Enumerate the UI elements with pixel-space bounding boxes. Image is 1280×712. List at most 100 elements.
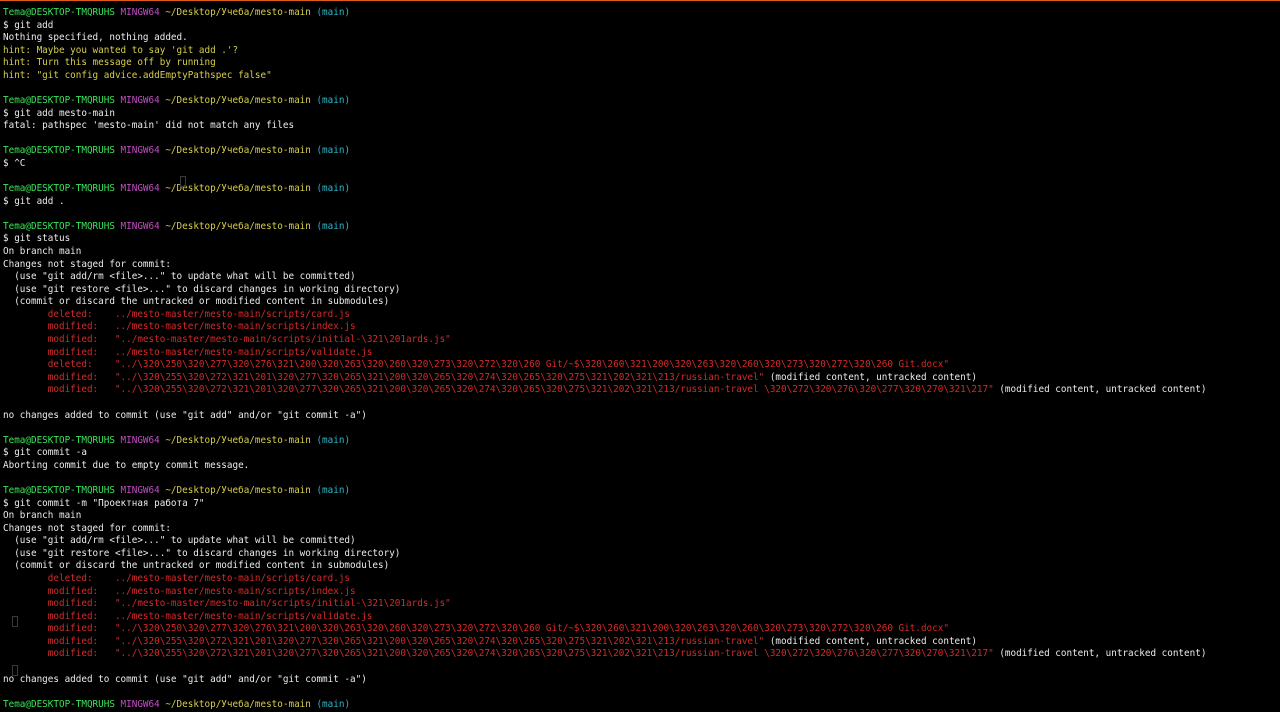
terminal-text-segment: modified: ../mesto-master/mesto-main/scr… [3,321,356,333]
terminal-text-segment: (modified content, untracked content) [764,371,977,383]
terminal-text-segment: ~/Desktop/Учеба/mesto-main [165,7,317,18]
terminal-line: deleted: ../mesto-master/mesto-main/scri… [3,573,1280,586]
terminal-text-segment: hint: Maybe you wanted to say 'git add .… [3,44,239,56]
terminal-text-segment: ~/Desktop/Учеба/mesto-main [165,95,317,107]
terminal-line: no changes added to commit (use "git add… [3,410,1280,423]
terminal-line: $ git commit -a [3,447,1280,460]
terminal-text-segment: (main) [316,484,351,496]
terminal-text-segment: MINGW64 [120,484,166,496]
terminal-text-segment: modified: "../mesto-master/mesto-main/sc… [3,334,451,346]
terminal-line: modified: ../mesto-master/mesto-main/scr… [3,321,1280,334]
terminal-text-segment: (modified content, untracked content) [764,635,977,647]
text-cursor-ghost-icon [12,665,18,676]
terminal-line: Aborting commit due to empty commit mess… [3,460,1280,473]
terminal-output: Tema@DESKTOP-TMQRUHS MINGW64 ~/Desktop/У… [3,7,1280,711]
terminal-text-segment: MINGW64 [120,183,166,195]
terminal-text-segment: hint: "git config advice.addEmptyPathspe… [3,69,272,81]
terminal-text-segment: On branch main [3,245,82,257]
terminal-text-segment: hint: Turn this message off by running [3,57,216,69]
terminal-line: Tema@DESKTOP-TMQRUHS MINGW64 ~/Desktop/У… [3,699,1280,712]
terminal-line: deleted: "../\320\250\320\277\320\276\32… [3,359,1280,372]
terminal-text-segment: deleted: ../mesto-master/mesto-main/scri… [3,308,351,320]
terminal-line: modified: "../\320\250\320\277\320\276\3… [3,623,1280,636]
mouse-cursor-icon [180,176,186,187]
terminal-line: hint: Turn this message off by running [3,57,1280,70]
terminal-text-segment: (use "git add/rm <file>..." to update wh… [3,271,356,283]
terminal-text-segment: (main) [316,145,351,157]
terminal-line: hint: Maybe you wanted to say 'git add .… [3,45,1280,58]
terminal-line: modified: "../mesto-master/mesto-main/sc… [3,334,1280,347]
terminal-text-segment: $ git add mesto-main [3,107,115,119]
terminal-text-segment: modified: ../mesto-master/mesto-main/scr… [3,610,373,622]
terminal-line: modified: ../mesto-master/mesto-main/scr… [3,586,1280,599]
terminal-line: Tema@DESKTOP-TMQRUHS MINGW64 ~/Desktop/У… [3,183,1280,196]
terminal-line: modified: "../mesto-master/mesto-main/sc… [3,598,1280,611]
terminal-text-segment: $ git commit -m "Проектная работа 7" [3,497,205,509]
terminal-line: Tema@DESKTOP-TMQRUHS MINGW64 ~/Desktop/У… [3,7,1280,20]
terminal-text-segment: Tema@DESKTOP-TMQRUHS [3,434,121,446]
terminal-text-segment: ~/Desktop/Учеба/mesto-main [165,145,317,157]
terminal-text-segment: ~/Desktop/Учеба/mesto-main [165,183,317,195]
terminal-text-segment: Tema@DESKTOP-TMQRUHS [3,183,121,195]
terminal-text-segment: modified: "../\320\250\320\277\320\276\3… [3,623,949,635]
terminal-line: Changes not staged for commit: [3,523,1280,536]
terminal-line: no changes added to commit (use "git add… [3,674,1280,687]
terminal-text-segment: (main) [316,220,351,232]
terminal-text-segment: modified: "../\320\255\320\272\321\201\3… [3,371,765,383]
terminal-text-segment: Changes not staged for commit: [3,258,171,270]
terminal-line: On branch main [3,510,1280,523]
terminal-text-segment: (main) [316,434,351,446]
terminal-text-segment: Tema@DESKTOP-TMQRUHS [3,7,121,18]
terminal-line: (use "git restore <file>..." to discard … [3,548,1280,561]
terminal-line: (use "git add/rm <file>..." to update wh… [3,271,1280,284]
terminal-line: modified: "../\320\255\320\272\321\201\3… [3,372,1280,385]
terminal-text-segment: Tema@DESKTOP-TMQRUHS [3,484,121,496]
terminal-line: hint: "git config advice.addEmptyPathspe… [3,70,1280,83]
terminal-text-segment: deleted: "../\320\250\320\277\320\276\32… [3,359,949,371]
terminal-line: fatal: pathspec 'mesto-main' did not mat… [3,120,1280,133]
terminal-line: On branch main [3,246,1280,259]
terminal-line: Tema@DESKTOP-TMQRUHS MINGW64 ~/Desktop/У… [3,221,1280,234]
terminal-text-segment: modified: "../\320\255\320\272\321\201\3… [3,384,994,396]
terminal-text-segment: (use "git restore <file>..." to discard … [3,547,401,559]
terminal-line: Tema@DESKTOP-TMQRUHS MINGW64 ~/Desktop/У… [3,95,1280,108]
terminal-line: modified: ../mesto-master/mesto-main/scr… [3,611,1280,624]
terminal-line: modified: "../\320\255\320\272\321\201\3… [3,384,1280,397]
terminal-text-segment: (modified content, untracked content) [993,648,1207,660]
terminal-text-segment: (commit or discard the untracked or modi… [3,296,390,308]
terminal-text-segment: ~/Desktop/Учеба/mesto-main [165,484,317,496]
terminal-line: $ git add [3,20,1280,33]
terminal-line: $ ^C [3,158,1280,171]
terminal-line: (use "git add/rm <file>..." to update wh… [3,535,1280,548]
terminal-text-segment: Tema@DESKTOP-TMQRUHS [3,698,121,710]
terminal-text-segment: $ git commit -a [3,447,87,459]
terminal-text-segment: fatal: pathspec 'mesto-main' did not mat… [3,120,295,132]
terminal-text-segment: $ git status [3,233,71,245]
terminal-text-segment: MINGW64 [120,95,166,107]
text-cursor-ghost-icon [12,616,18,627]
terminal-line: $ git add . [3,196,1280,209]
terminal-text-segment: (use "git add/rm <file>..." to update wh… [3,535,356,547]
terminal-line: deleted: ../mesto-master/mesto-main/scri… [3,309,1280,322]
terminal-text-segment: modified: "../\320\255\320\272\321\201\3… [3,635,765,647]
terminal-text-segment: Aborting commit due to empty commit mess… [3,459,250,471]
terminal-text-segment: ~/Desktop/Учеба/mesto-main [165,698,317,710]
terminal-line: $ git status [3,233,1280,246]
terminal-text-segment: MINGW64 [120,7,166,18]
terminal-text-segment: deleted: ../mesto-master/mesto-main/scri… [3,573,351,585]
terminal-text-segment: modified: "../\320\255\320\272\321\201\3… [3,648,994,660]
terminal-text-segment: MINGW64 [120,698,166,710]
terminal-line: $ git commit -m "Проектная работа 7" [3,498,1280,511]
terminal-text-segment: MINGW64 [120,220,166,232]
terminal-text-segment: Tema@DESKTOP-TMQRUHS [3,220,121,232]
terminal-text-segment: Changes not staged for commit: [3,522,171,534]
terminal-text-segment: (modified content, untracked content) [993,384,1207,396]
terminal-window[interactable]: Tema@DESKTOP-TMQRUHS MINGW64 ~/Desktop/У… [0,0,1280,712]
